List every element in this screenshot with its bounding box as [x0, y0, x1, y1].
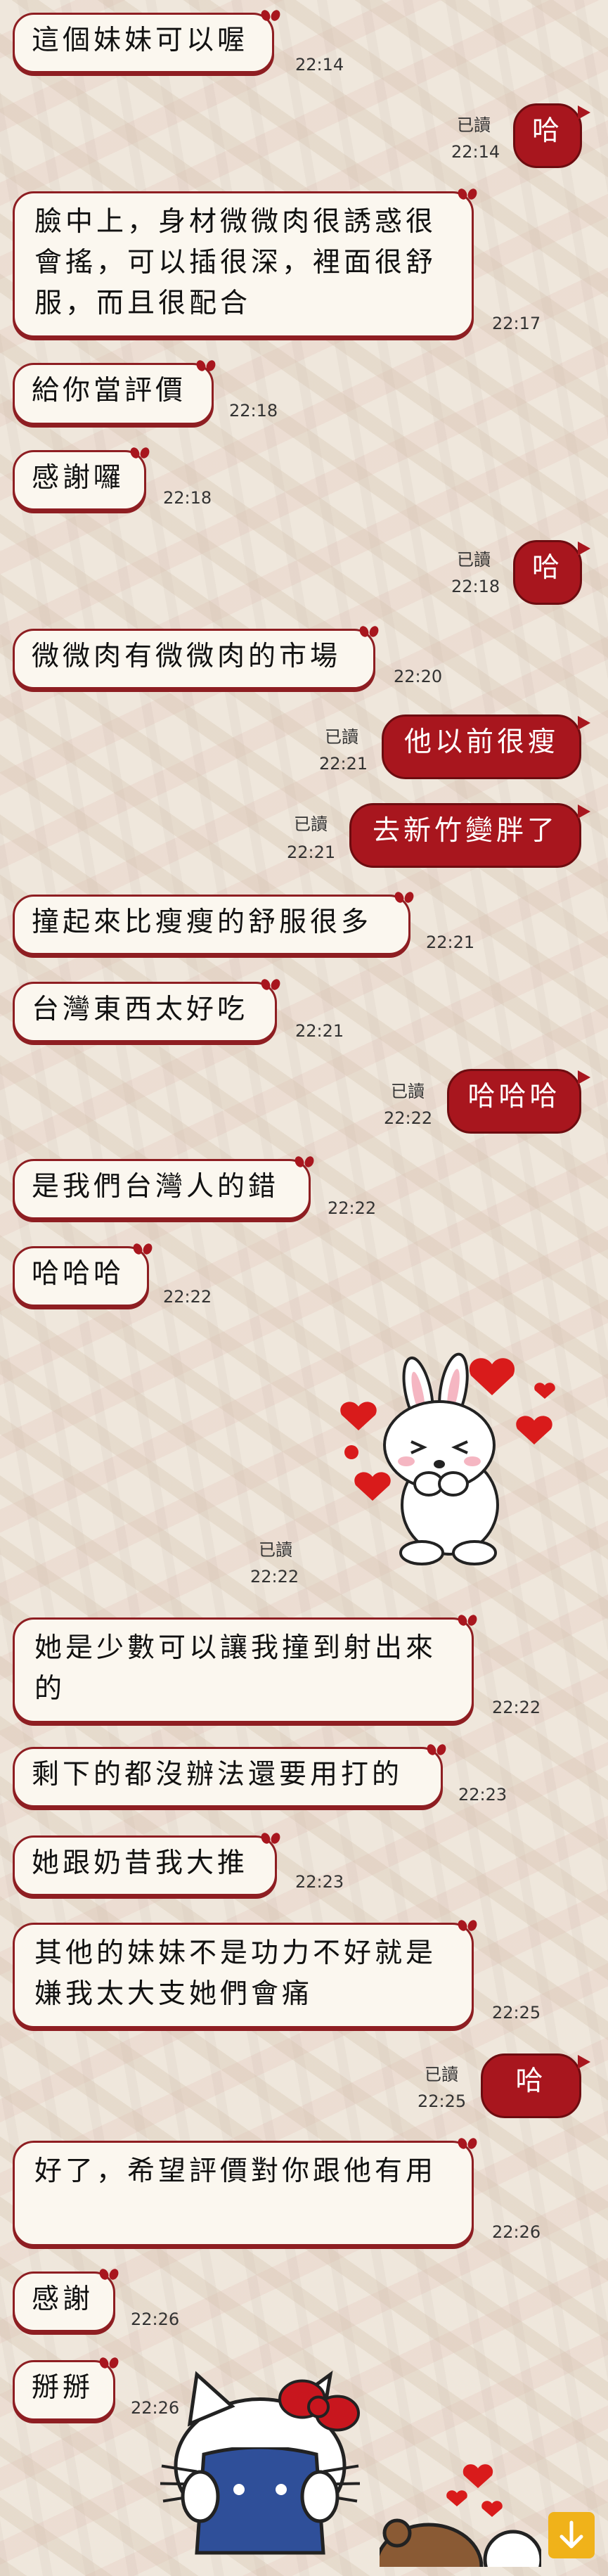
message-time: 22:22 — [250, 1567, 299, 1587]
message-bubble[interactable]: 給你當評價 — [13, 363, 214, 425]
bubble-tail — [578, 2055, 590, 2069]
bow-icon — [360, 624, 378, 640]
message-time: 22:22 — [328, 1198, 377, 1218]
read-receipt: 已讀 — [294, 814, 328, 834]
read-receipt: 已讀 — [425, 2065, 458, 2084]
message-bubble[interactable]: 好了，希望評價對你跟他有用 — [13, 2141, 474, 2246]
message-time: 22:21 — [287, 842, 336, 862]
message-bubble[interactable]: 去新竹變胖了 — [349, 803, 581, 868]
message-time: 22:21 — [319, 754, 368, 774]
message-time: 22:21 — [295, 1021, 344, 1041]
message-bubble[interactable]: 台灣東西太好吃 — [13, 982, 277, 1042]
bubble-tail — [578, 805, 590, 819]
message-time: 22:23 — [458, 1785, 507, 1805]
bow-icon — [261, 978, 280, 993]
bubble-tail — [578, 542, 590, 556]
scroll-down-button[interactable] — [548, 2512, 595, 2558]
message-bubble[interactable]: 這個妹妹可以喔 — [13, 13, 274, 73]
bow-icon — [197, 359, 215, 374]
message-time: 22:23 — [295, 1872, 344, 1892]
message-bubble[interactable]: 是我們台灣人的錯 — [13, 1159, 311, 1219]
message-time: 22:14 — [451, 142, 500, 162]
bow-icon — [100, 2267, 118, 2283]
message-time: 22:20 — [394, 667, 443, 686]
rabbit-hearts-sticker[interactable] — [330, 1343, 569, 1582]
read-receipt: 已讀 — [325, 727, 358, 747]
message-time: 22:21 — [426, 933, 475, 952]
bow-icon — [427, 1743, 446, 1758]
message-bubble[interactable]: 撞起來比瘦瘦的舒服很多 — [13, 895, 410, 955]
message-bubble[interactable]: 哈 — [481, 2053, 581, 2118]
message-time: 22:17 — [492, 314, 541, 333]
bow-icon — [295, 1155, 313, 1170]
message-bubble[interactable]: 她跟奶昔我大推 — [13, 1835, 277, 1896]
bubble-tail — [578, 716, 590, 730]
read-receipt: 已讀 — [259, 1540, 292, 1560]
bow-icon — [261, 8, 280, 24]
bow-icon — [458, 2136, 477, 2152]
message-time: 22:14 — [295, 55, 344, 75]
message-bubble[interactable]: 感謝囉 — [13, 450, 146, 511]
message-time: 22:22 — [384, 1108, 433, 1128]
bear-rabbit-sticker — [380, 2464, 541, 2567]
message-time: 22:18 — [451, 577, 500, 596]
bow-icon — [458, 187, 477, 203]
message-bubble[interactable]: 剩下的都沒辦法還要用打的 — [13, 1747, 443, 1807]
message-bubble[interactable]: 她是少數可以讓我撞到射出來的 — [13, 1617, 474, 1723]
bow-icon — [100, 2356, 118, 2371]
read-receipt: 已讀 — [391, 1082, 425, 1101]
bubble-tail — [578, 1070, 590, 1084]
bow-icon — [131, 446, 149, 461]
message-bubble[interactable]: 其他的妹妹不是功力不好就是嫌我太大支她們會痛 — [13, 1923, 474, 2028]
message-bubble[interactable]: 哈哈哈 — [447, 1069, 581, 1134]
bow-icon — [395, 890, 413, 906]
message-time: 22:26 — [492, 2222, 541, 2242]
kitty-body-sticker — [181, 2447, 339, 2555]
read-receipt: 已讀 — [457, 115, 491, 135]
bow-icon — [134, 1242, 152, 1257]
read-receipt: 已讀 — [457, 550, 491, 570]
bow-icon — [458, 1918, 477, 1934]
message-bubble[interactable]: 哈哈哈 — [13, 1246, 149, 1307]
message-bubble[interactable]: 他以前很瘦 — [382, 715, 581, 779]
message-bubble[interactable]: 哈 — [513, 540, 582, 605]
message-bubble[interactable]: 哈 — [513, 103, 582, 168]
message-bubble[interactable]: 臉中上，身材微微肉很誘惑很會搖，可以插很深，裡面很舒服，而且很配合 — [13, 191, 474, 338]
bow-icon — [458, 1613, 477, 1629]
message-time: 22:25 — [418, 2091, 467, 2111]
message-time: 22:22 — [163, 1287, 212, 1307]
message-bubble[interactable]: 微微肉有微微肉的市場 — [13, 629, 375, 689]
message-time: 22:25 — [492, 2003, 541, 2023]
bow-icon — [261, 1831, 280, 1847]
message-time: 22:18 — [229, 401, 278, 421]
message-time: 22:22 — [492, 1698, 541, 1717]
message-time: 22:18 — [163, 488, 212, 508]
bubble-tail — [578, 105, 590, 120]
arrow-down-icon — [560, 2520, 583, 2549]
